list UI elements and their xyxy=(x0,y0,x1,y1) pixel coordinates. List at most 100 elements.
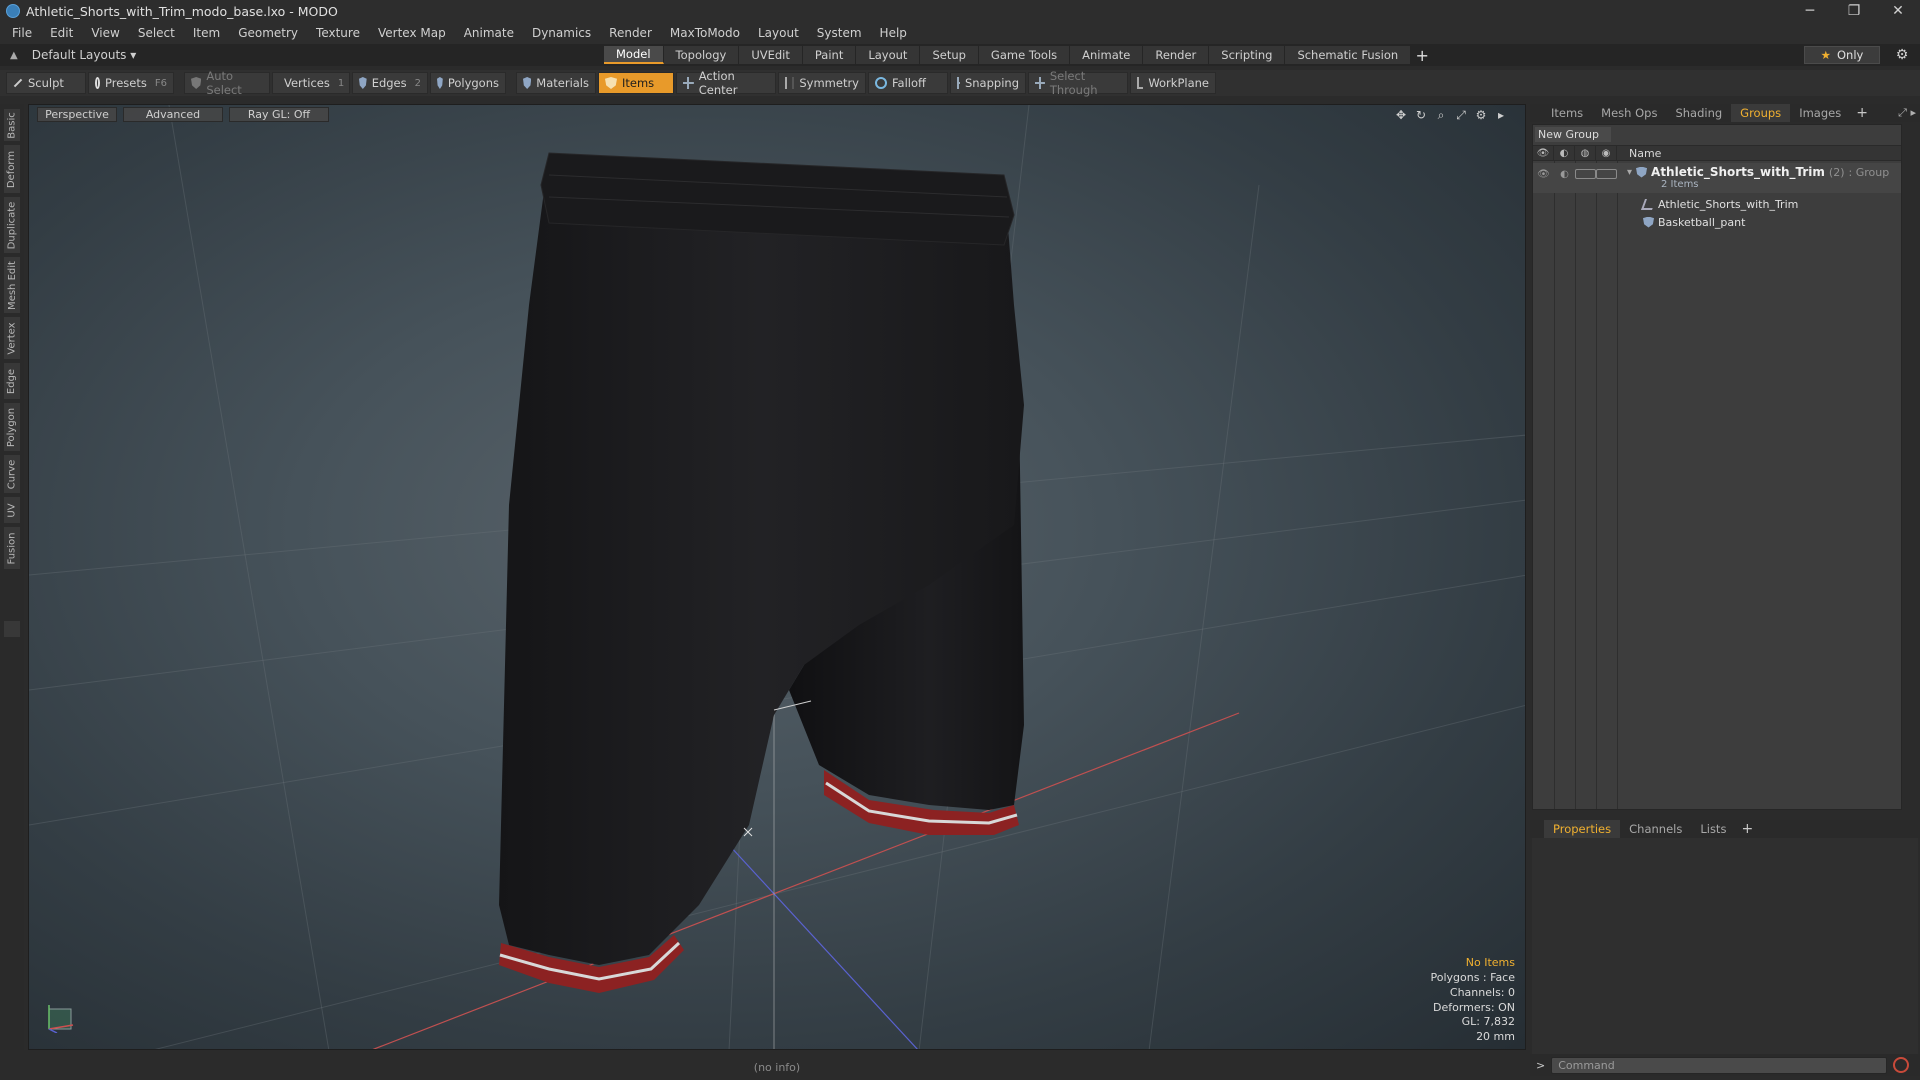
falloff-button[interactable]: Falloff xyxy=(868,72,948,94)
viewport-menu-icon[interactable]: ▸ xyxy=(1493,107,1509,123)
close-button[interactable]: ✕ xyxy=(1876,0,1920,22)
tab-model[interactable]: Model xyxy=(604,46,664,64)
lock-column-icon[interactable]: ◍ xyxy=(1575,145,1596,161)
polygons-icon xyxy=(437,77,443,89)
tab-topology[interactable]: Topology xyxy=(663,46,740,64)
auto-select-button[interactable]: Auto Select xyxy=(184,69,270,97)
menu-edit[interactable]: Edit xyxy=(50,26,73,40)
shading-advanced-button[interactable]: Advanced xyxy=(123,107,223,122)
tab-images[interactable]: Images xyxy=(1790,104,1850,122)
vtab-polygon[interactable]: Polygon xyxy=(3,402,21,452)
eye-icon[interactable]: 👁 xyxy=(1533,165,1554,183)
collapse-icon[interactable]: ▾ xyxy=(1627,167,1632,178)
expand-panel-icon[interactable]: ⤢ ▸ xyxy=(1898,106,1916,120)
menu-maxtomodo[interactable]: MaxToModo xyxy=(670,26,740,40)
new-group-button[interactable]: New Group xyxy=(1535,127,1611,142)
menu-render[interactable]: Render xyxy=(609,26,652,40)
shorts-model[interactable] xyxy=(499,152,1024,993)
tab-layout[interactable]: Layout xyxy=(856,46,921,64)
vtab-basic[interactable]: Basic xyxy=(3,108,21,142)
add-properties-tab-button[interactable]: + xyxy=(1735,821,1759,837)
minimize-button[interactable]: ─ xyxy=(1788,0,1832,22)
viewport-settings-icon[interactable]: ⚙ xyxy=(1473,107,1489,123)
add-tab-button[interactable]: + xyxy=(1411,46,1433,65)
visibility-column-icon[interactable]: 👁 xyxy=(1533,145,1554,161)
select-toggle[interactable] xyxy=(1596,165,1617,183)
view-perspective-button[interactable]: Perspective xyxy=(37,107,117,122)
list-item[interactable]: Athletic_Shorts_with_Trim xyxy=(1533,195,1901,213)
vtab-mesh-edit[interactable]: Mesh Edit xyxy=(3,256,21,314)
materials-button[interactable]: Materials xyxy=(516,72,596,94)
presets-button[interactable]: Presets F6 xyxy=(88,72,174,94)
3d-viewport[interactable]: Perspective Advanced Ray GL: Off ✥ ↻ ⌕ ⤢… xyxy=(28,104,1526,1050)
vtab-curve[interactable]: Curve xyxy=(3,454,21,494)
restore-button[interactable]: ❐ xyxy=(1832,0,1876,22)
menu-select[interactable]: Select xyxy=(138,26,175,40)
tab-render[interactable]: Render xyxy=(1143,46,1210,64)
menu-animate[interactable]: Animate xyxy=(464,26,514,40)
menu-file[interactable]: File xyxy=(12,26,32,40)
pan-icon[interactable]: ✥ xyxy=(1393,107,1409,123)
menu-system[interactable]: System xyxy=(817,26,862,40)
tab-groups[interactable]: Groups xyxy=(1731,104,1791,122)
vtab-uv[interactable]: UV xyxy=(3,496,21,524)
command-history-icon[interactable] xyxy=(1893,1057,1910,1073)
menu-item[interactable]: Item xyxy=(193,26,220,40)
tab-items[interactable]: Items xyxy=(1542,104,1592,122)
menu-texture[interactable]: Texture xyxy=(316,26,360,40)
vtab-vertex[interactable]: Vertex xyxy=(3,316,21,360)
tab-animate[interactable]: Animate xyxy=(1070,46,1144,64)
name-column-header[interactable]: Name xyxy=(1617,147,1661,160)
snapping-button[interactable]: Snapping xyxy=(950,72,1026,94)
symmetry-button[interactable]: Symmetry xyxy=(778,72,866,94)
items-button[interactable]: Items xyxy=(598,72,674,94)
edges-button[interactable]: Edges 2 xyxy=(352,72,428,94)
groups-list: New Group 👁 ◐ ◍ ◉ Name 👁 ◐ ▾ Athletic_Sh… xyxy=(1532,124,1902,810)
add-panel-tab-button[interactable]: + xyxy=(1850,105,1874,121)
tab-schematic-fusion[interactable]: Schematic Fusion xyxy=(1285,46,1412,64)
tab-paint[interactable]: Paint xyxy=(802,46,857,64)
tab-channels[interactable]: Channels xyxy=(1620,820,1691,838)
polygons-button[interactable]: Polygons xyxy=(430,72,506,94)
menu-vertex-map[interactable]: Vertex Map xyxy=(378,26,446,40)
select-through-button[interactable]: Select Through xyxy=(1028,69,1128,97)
tab-scripting[interactable]: Scripting xyxy=(1209,46,1286,64)
action-center-button[interactable]: Action Center xyxy=(676,69,776,97)
tab-properties[interactable]: Properties xyxy=(1544,820,1621,838)
vertices-button[interactable]: Vertices 1 xyxy=(272,72,350,94)
list-item[interactable]: Basketball_pant xyxy=(1533,213,1901,231)
tab-shading[interactable]: Shading xyxy=(1666,104,1731,122)
menu-help[interactable]: Help xyxy=(880,26,907,40)
zoom-icon[interactable]: ⌕ xyxy=(1433,107,1449,123)
tab-lists[interactable]: Lists xyxy=(1691,820,1735,838)
command-bar: > Command xyxy=(1530,1054,1920,1076)
vtab-deform[interactable]: Deform xyxy=(3,144,21,194)
sculpt-button[interactable]: Sculpt xyxy=(6,72,86,94)
group-row-toggles: 👁 ◐ xyxy=(1533,165,1621,183)
only-button[interactable]: ★ Only xyxy=(1804,46,1880,64)
menu-dynamics[interactable]: Dynamics xyxy=(532,26,591,40)
gear-icon[interactable]: ⚙ xyxy=(1892,46,1912,64)
menu-view[interactable]: View xyxy=(91,26,119,40)
vtab-edge[interactable]: Edge xyxy=(3,362,21,400)
render-column-icon[interactable]: ◐ xyxy=(1554,145,1575,161)
tab-mesh-ops[interactable]: Mesh Ops xyxy=(1592,104,1666,122)
render-toggle-icon[interactable]: ◐ xyxy=(1554,165,1575,183)
tab-setup[interactable]: Setup xyxy=(920,46,979,64)
rotate-icon[interactable]: ↻ xyxy=(1413,107,1429,123)
tab-game-tools[interactable]: Game Tools xyxy=(978,46,1071,64)
group-row[interactable]: 👁 ◐ ▾ Athletic_Shorts_with_Trim (2) : Gr… xyxy=(1533,163,1901,193)
select-column-icon[interactable]: ◉ xyxy=(1596,145,1617,161)
command-input[interactable]: Command xyxy=(1551,1056,1888,1074)
fit-icon[interactable]: ⤢ xyxy=(1453,107,1469,123)
workplane-button[interactable]: WorkPlane xyxy=(1130,72,1216,94)
tab-uvedit[interactable]: UVEdit xyxy=(739,46,803,64)
menu-layout[interactable]: Layout xyxy=(758,26,799,40)
vtab-duplicate[interactable]: Duplicate xyxy=(3,196,21,254)
lock-toggle[interactable] xyxy=(1575,165,1596,183)
menu-geometry[interactable]: Geometry xyxy=(238,26,298,40)
raygl-button[interactable]: Ray GL: Off xyxy=(229,107,329,122)
vtab-fusion[interactable]: Fusion xyxy=(3,526,21,570)
strip-toggle-button[interactable] xyxy=(3,620,21,638)
layout-selector[interactable]: ▲ Default Layouts ▾ xyxy=(0,48,150,62)
